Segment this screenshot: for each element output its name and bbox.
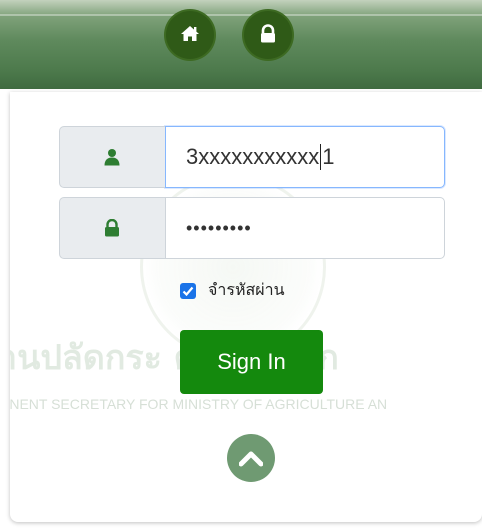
chevron-up-icon [239, 451, 263, 467]
login-card: านปลัดกระ ตรและสหก ANENT SECRETARY FOR M… [10, 92, 482, 522]
lock-button[interactable] [244, 11, 292, 59]
password-group: ••••••••• [59, 197, 445, 259]
text-caret [320, 144, 322, 170]
scroll-up-button[interactable] [227, 434, 275, 482]
user-icon [104, 149, 120, 166]
header-bar [0, 0, 482, 89]
lock-icon [105, 219, 119, 237]
password-addon [59, 197, 165, 259]
username-addon [59, 126, 165, 188]
home-icon [181, 26, 199, 41]
remember-me[interactable]: จำรหัสผ่าน [180, 278, 285, 303]
username-value-tail: 1 [322, 144, 335, 169]
remember-checkbox[interactable] [180, 282, 196, 299]
username-input[interactable]: 3xxxxxxxxxxx 1 [165, 126, 445, 188]
username-group: 3xxxxxxxxxxx 1 [59, 126, 445, 188]
watermark-english-text: ANENT SECRETARY FOR MINISTRY OF AGRICULT… [10, 396, 388, 412]
home-button[interactable] [166, 11, 214, 59]
header-stripe [0, 14, 482, 16]
password-masked-value: ••••••••• [186, 217, 252, 238]
password-input[interactable]: ••••••••• [165, 197, 445, 259]
lock-icon [261, 24, 275, 43]
username-value: 3xxxxxxxxxxx [186, 144, 320, 169]
remember-label: จำรหัสผ่าน [208, 280, 285, 299]
check-icon [182, 286, 194, 296]
sign-in-button[interactable]: Sign In [180, 330, 323, 394]
